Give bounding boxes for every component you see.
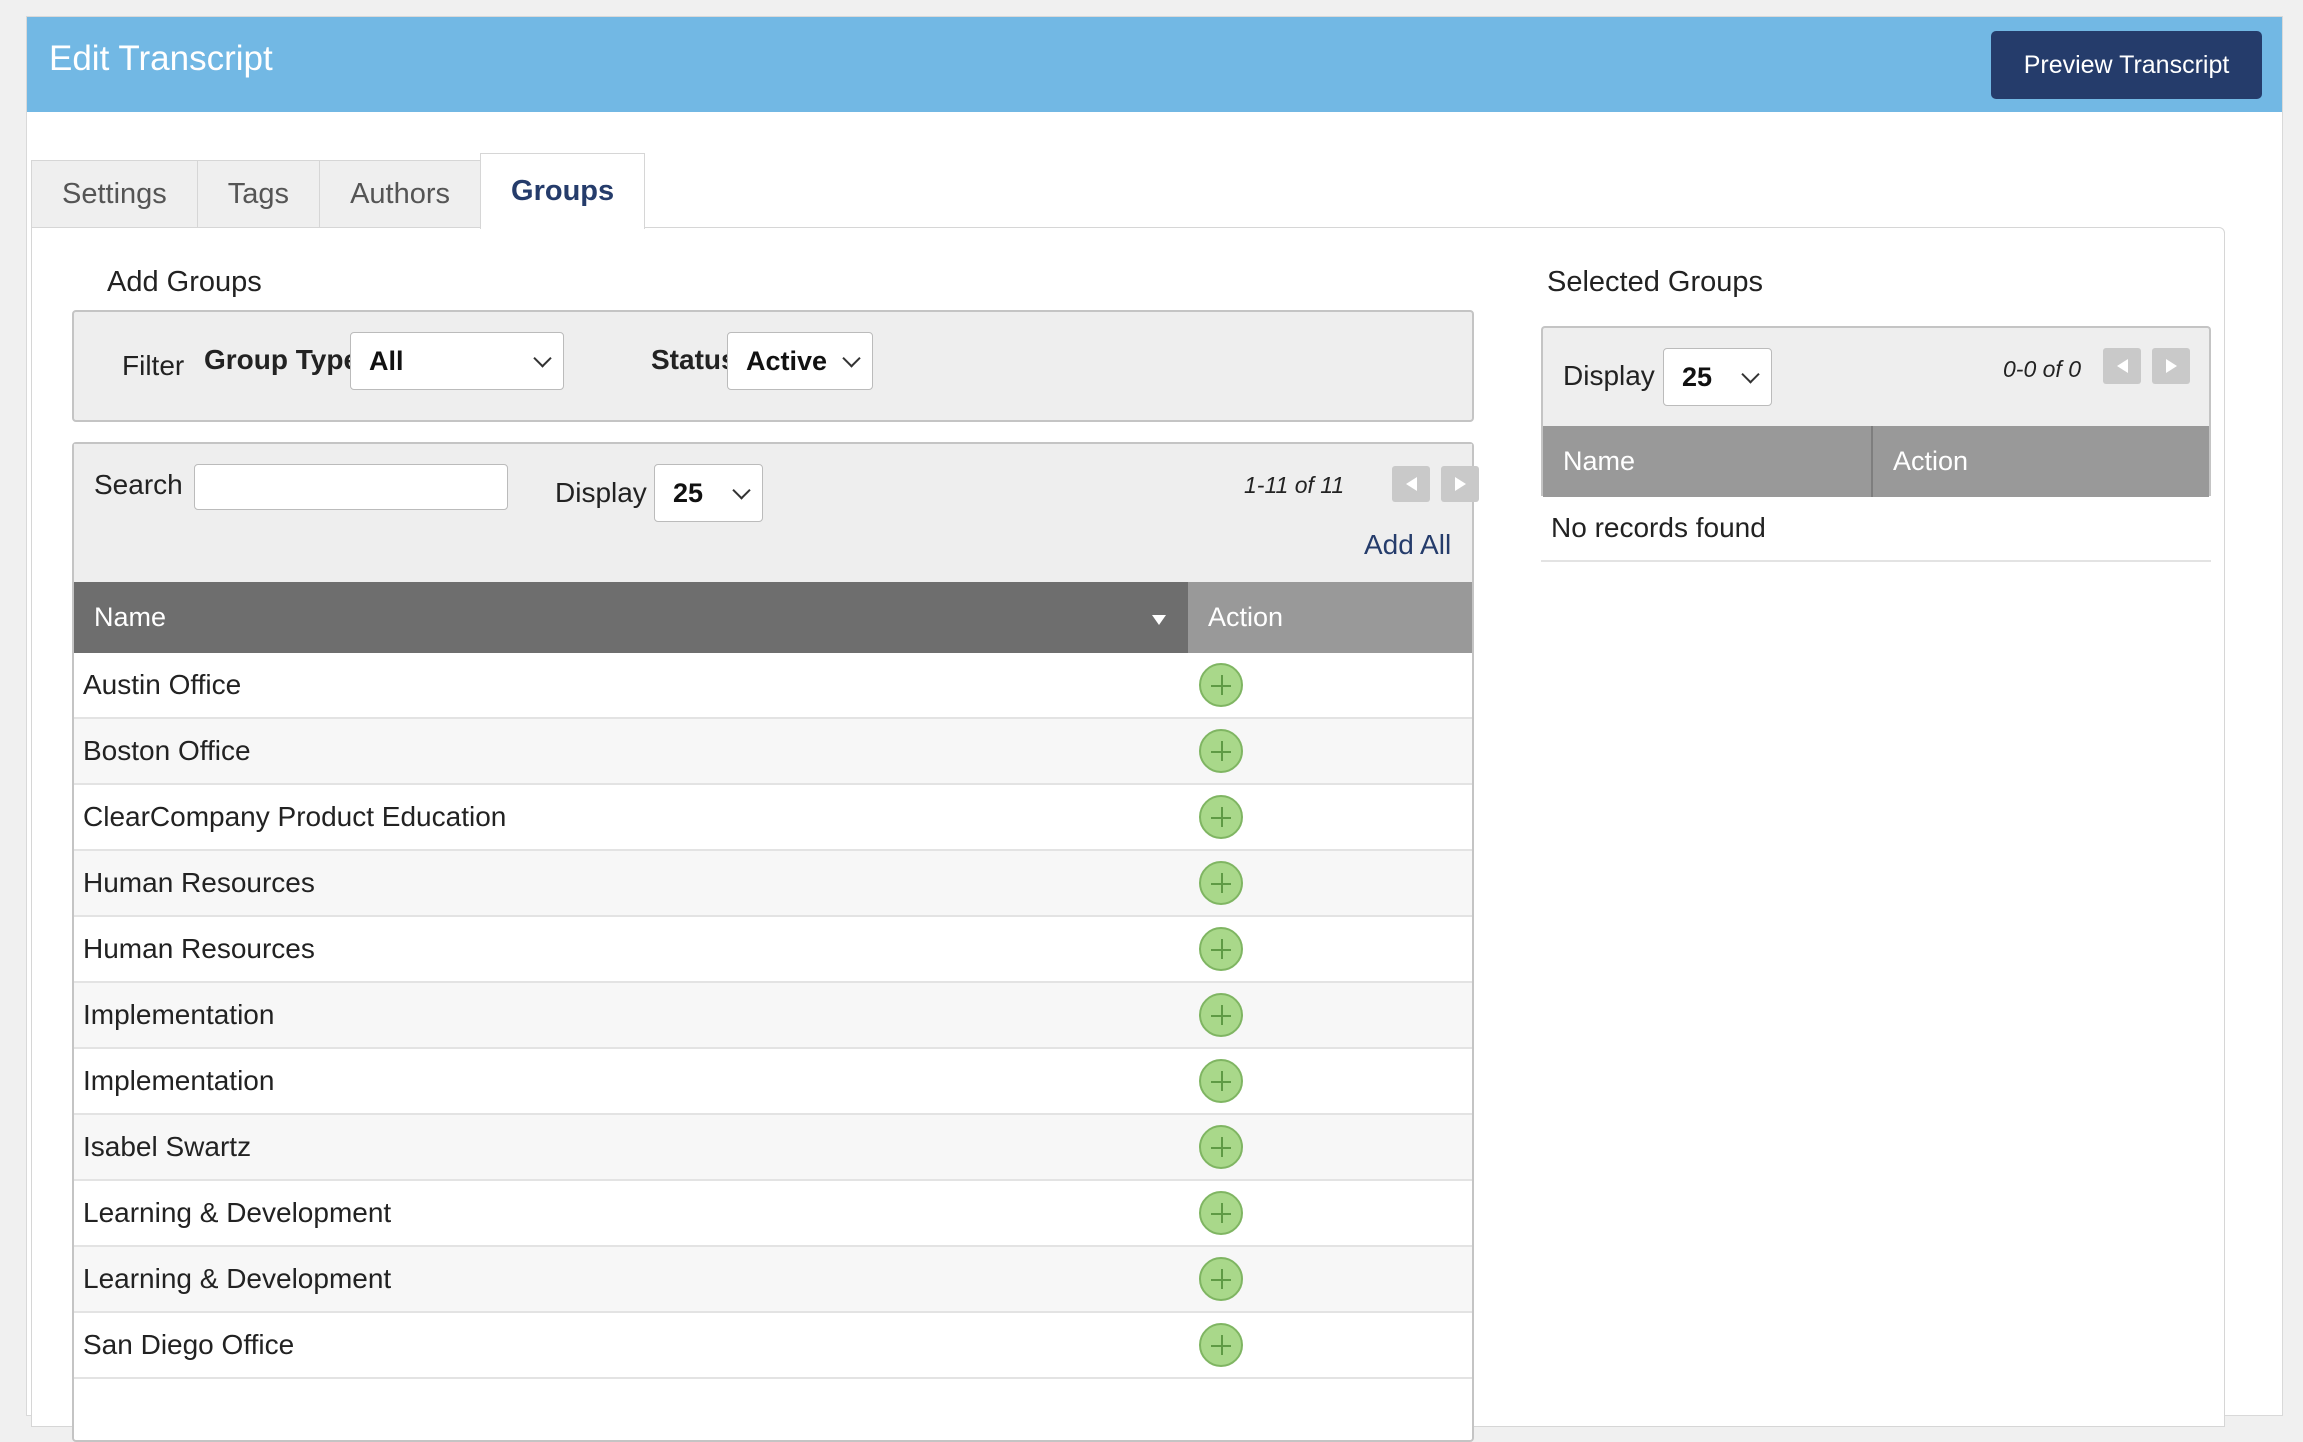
add-icon[interactable] [1199, 861, 1243, 905]
header-bar: Edit Transcript Preview Transcript [27, 17, 2282, 112]
add-icon[interactable] [1199, 729, 1243, 773]
selected-next-page-button[interactable] [2152, 348, 2190, 384]
group-name: Learning & Development [83, 1263, 392, 1294]
display-select[interactable]: 25 [654, 464, 763, 522]
status-value: Active [746, 345, 828, 376]
display-label: Display [555, 477, 647, 508]
selected-display-label: Display [1563, 360, 1655, 391]
table-header: Name Action [74, 582, 1472, 653]
filter-panel: Filter Group Type All Status Active [72, 310, 1474, 422]
group-type-value: All [369, 345, 404, 376]
selected-display-select[interactable]: 25 [1663, 348, 1772, 406]
selected-prev-page-button[interactable] [2103, 348, 2141, 384]
add-icon[interactable] [1199, 663, 1243, 707]
list-toolbar: Search Display 25 1-11 of 11 Add All [74, 444, 1479, 582]
arrow-left-icon [2116, 359, 2128, 373]
search-input[interactable] [194, 464, 508, 510]
chevron-down-icon [732, 481, 751, 500]
group-name: Learning & Development [83, 1197, 392, 1228]
arrow-right-icon [1454, 477, 1466, 491]
tab-groups[interactable]: Groups [480, 153, 646, 229]
pager-text: 1-11 of 11 [1244, 472, 1345, 498]
selected-name-column-header[interactable]: Name [1543, 426, 1873, 497]
prev-page-button[interactable] [1392, 466, 1430, 502]
add-icon[interactable] [1199, 795, 1243, 839]
add-icon[interactable] [1199, 1257, 1243, 1301]
arrow-right-icon [2165, 359, 2177, 373]
add-icon[interactable] [1199, 1059, 1243, 1103]
selected-table-header: Name Action [1543, 426, 2209, 497]
selected-pager-text: 0-0 of 0 [2003, 356, 2081, 382]
preview-transcript-button[interactable]: Preview Transcript [1991, 31, 2262, 99]
group-name: Human Resources [83, 933, 315, 964]
filter-label: Filter [122, 350, 185, 381]
table-row: Human Resources [74, 851, 1472, 917]
add-icon[interactable] [1199, 1191, 1243, 1235]
add-all-link[interactable]: Add All [1364, 529, 1451, 561]
chevron-down-icon [842, 349, 861, 368]
group-name: Isabel Swartz [83, 1131, 252, 1162]
table-row: San Diego Office [74, 1313, 1472, 1379]
tab-settings[interactable]: Settings [31, 160, 198, 228]
selected-groups-list: Display 25 0-0 of 0 Name Action [1541, 326, 2211, 497]
chevron-down-icon [1741, 365, 1760, 384]
action-column-label: Action [1208, 602, 1284, 632]
selected-action-column-header: Action [1873, 426, 2209, 497]
add-icon[interactable] [1199, 927, 1243, 971]
add-icon[interactable] [1199, 1125, 1243, 1169]
name-column-label: Name [94, 602, 167, 632]
table-row: Human Resources [74, 917, 1472, 983]
group-rows: Austin Office Boston Office ClearCompany… [74, 653, 1472, 1379]
group-name: Human Resources [83, 867, 315, 898]
available-groups-list: Search Display 25 1-11 of 11 Add All Nam… [72, 442, 1479, 1442]
arrow-left-icon [1405, 477, 1417, 491]
selected-display-value: 25 [1682, 361, 1713, 392]
name-column-header[interactable]: Name [74, 582, 1188, 653]
group-name: Boston Office [83, 735, 251, 766]
group-name: ClearCompany Product Education [83, 801, 507, 832]
chevron-down-icon [533, 349, 552, 368]
divider [1541, 560, 2211, 562]
group-name: Implementation [83, 999, 275, 1030]
group-name: Austin Office [83, 669, 242, 700]
sort-down-icon [1152, 614, 1166, 625]
empty-state-text: No records found [1551, 512, 1766, 543]
table-row: ClearCompany Product Education [74, 785, 1472, 851]
group-name: San Diego Office [83, 1329, 295, 1360]
add-icon[interactable] [1199, 1323, 1243, 1367]
tab-bar: Settings Tags Authors Groups [31, 153, 646, 229]
status-select[interactable]: Active [727, 332, 873, 390]
table-row: Learning & Development [74, 1181, 1472, 1247]
selected-groups-heading: Selected Groups [1547, 266, 1764, 298]
add-groups-heading: Add Groups [107, 266, 262, 298]
tab-authors[interactable]: Authors [319, 160, 482, 228]
group-type-select[interactable]: All [350, 332, 564, 390]
add-icon[interactable] [1199, 993, 1243, 1037]
table-row: Learning & Development [74, 1247, 1472, 1313]
status-label: Status [651, 344, 737, 375]
display-value: 25 [673, 477, 704, 508]
tab-tags[interactable]: Tags [196, 160, 321, 228]
table-row: Implementation [74, 983, 1472, 1049]
page-title: Edit Transcript [49, 39, 273, 78]
table-row: Isabel Swartz [74, 1115, 1472, 1181]
action-column-header: Action [1188, 582, 1472, 653]
search-label: Search [94, 469, 183, 500]
table-row: Boston Office [74, 719, 1472, 785]
group-name: Implementation [83, 1065, 275, 1096]
table-row: Austin Office [74, 653, 1472, 719]
next-page-button[interactable] [1441, 466, 1479, 502]
table-row: Implementation [74, 1049, 1472, 1115]
group-type-label: Group Type [204, 344, 360, 375]
